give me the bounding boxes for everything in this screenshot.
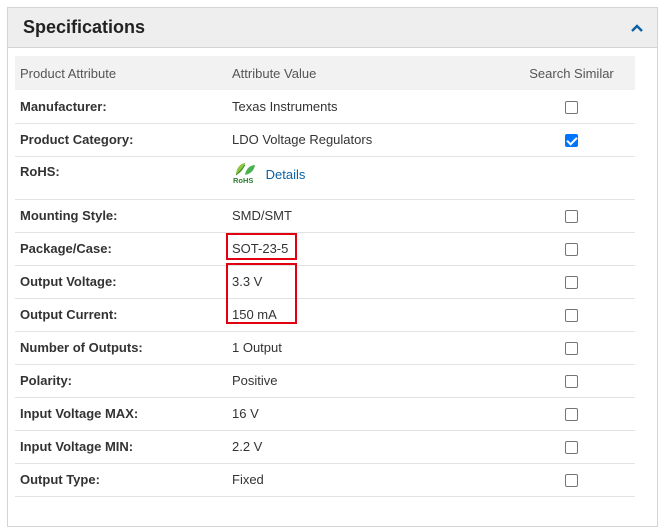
attribute-label: Number of Outputs: <box>15 331 227 365</box>
attribute-label: Product Category: <box>15 123 227 157</box>
search-similar-checkbox[interactable] <box>565 309 578 323</box>
highlight-box <box>226 233 297 260</box>
attribute-label: Output Type: <box>15 463 227 497</box>
attribute-label: RoHS: <box>15 156 227 200</box>
attribute-value: Positive <box>227 364 508 398</box>
search-similar-checkbox[interactable] <box>565 100 578 114</box>
table-row: Input Voltage MAX: 16 V <box>15 397 635 431</box>
chevron-up-icon[interactable] <box>631 23 643 32</box>
attribute-value: SMD/SMT <box>227 199 508 233</box>
table-row: Mounting Style: SMD/SMT <box>15 199 635 233</box>
panel-header[interactable]: Specifications <box>8 8 657 48</box>
search-similar-checkbox[interactable] <box>565 342 578 356</box>
table-row: Product Category: LDO Voltage Regulators <box>15 123 635 157</box>
table-row: Package/Case: SOT-23-5 <box>15 232 635 266</box>
search-similar-checkbox[interactable] <box>565 210 578 224</box>
specifications-table: Product Attribute Attribute Value Search… <box>15 56 635 497</box>
table-row: RoHS: RoHS Details <box>15 156 635 200</box>
search-similar-checkbox[interactable] <box>565 441 578 455</box>
search-similar-checkbox[interactable] <box>565 408 578 422</box>
attribute-label: Input Voltage MAX: <box>15 397 227 431</box>
table-row: Output Current: 150 mA <box>15 298 635 332</box>
search-similar-checkbox[interactable] <box>565 134 578 148</box>
attribute-value: 16 V <box>227 397 508 431</box>
attribute-value: 2.2 V <box>227 430 508 464</box>
table-row: Polarity: Positive <box>15 364 635 398</box>
table-header-row: Product Attribute Attribute Value Search… <box>15 56 635 90</box>
attribute-label: Input Voltage MIN: <box>15 430 227 464</box>
attribute-label: Polarity: <box>15 364 227 398</box>
highlight-box <box>226 263 297 324</box>
table-row: Number of Outputs: 1 Output <box>15 331 635 365</box>
attribute-label: Output Voltage: <box>15 265 227 299</box>
search-similar-checkbox[interactable] <box>565 276 578 290</box>
attribute-value: Texas Instruments <box>227 90 508 124</box>
panel-title: Specifications <box>23 17 146 37</box>
highlighted-value: SOT-23-5 <box>226 233 297 260</box>
attribute-label: Mounting Style: <box>15 199 227 233</box>
rohs-leaf-icon: RoHS <box>232 161 258 188</box>
attribute-label: Output Current: <box>15 298 227 332</box>
highlighted-value: 3.3 V <box>226 263 297 324</box>
rohs-logo-text: RoHS <box>233 176 253 185</box>
header-product-attribute: Product Attribute <box>15 56 227 90</box>
search-similar-checkbox[interactable] <box>565 375 578 389</box>
attribute-value: 1 Output <box>227 331 508 365</box>
header-attribute-value: Attribute Value <box>227 56 508 90</box>
table-row: Output Voltage: 3.3 V <box>15 263 635 324</box>
header-search-similar: Search Similar <box>508 56 635 90</box>
attribute-value: LDO Voltage Regulators <box>227 123 508 157</box>
table-row: Manufacturer: Texas Instruments <box>15 90 635 124</box>
attribute-value: Fixed <box>227 463 508 497</box>
search-similar-checkbox[interactable] <box>565 474 578 488</box>
search-similar-checkbox[interactable] <box>565 243 578 257</box>
table-row: Input Voltage MIN: 2.2 V <box>15 430 635 464</box>
attribute-label: Package/Case: <box>15 232 227 266</box>
table-row: Output Type: Fixed <box>15 463 635 497</box>
rohs-details-link[interactable]: Details <box>266 167 306 182</box>
attribute-label: Manufacturer: <box>15 90 227 124</box>
